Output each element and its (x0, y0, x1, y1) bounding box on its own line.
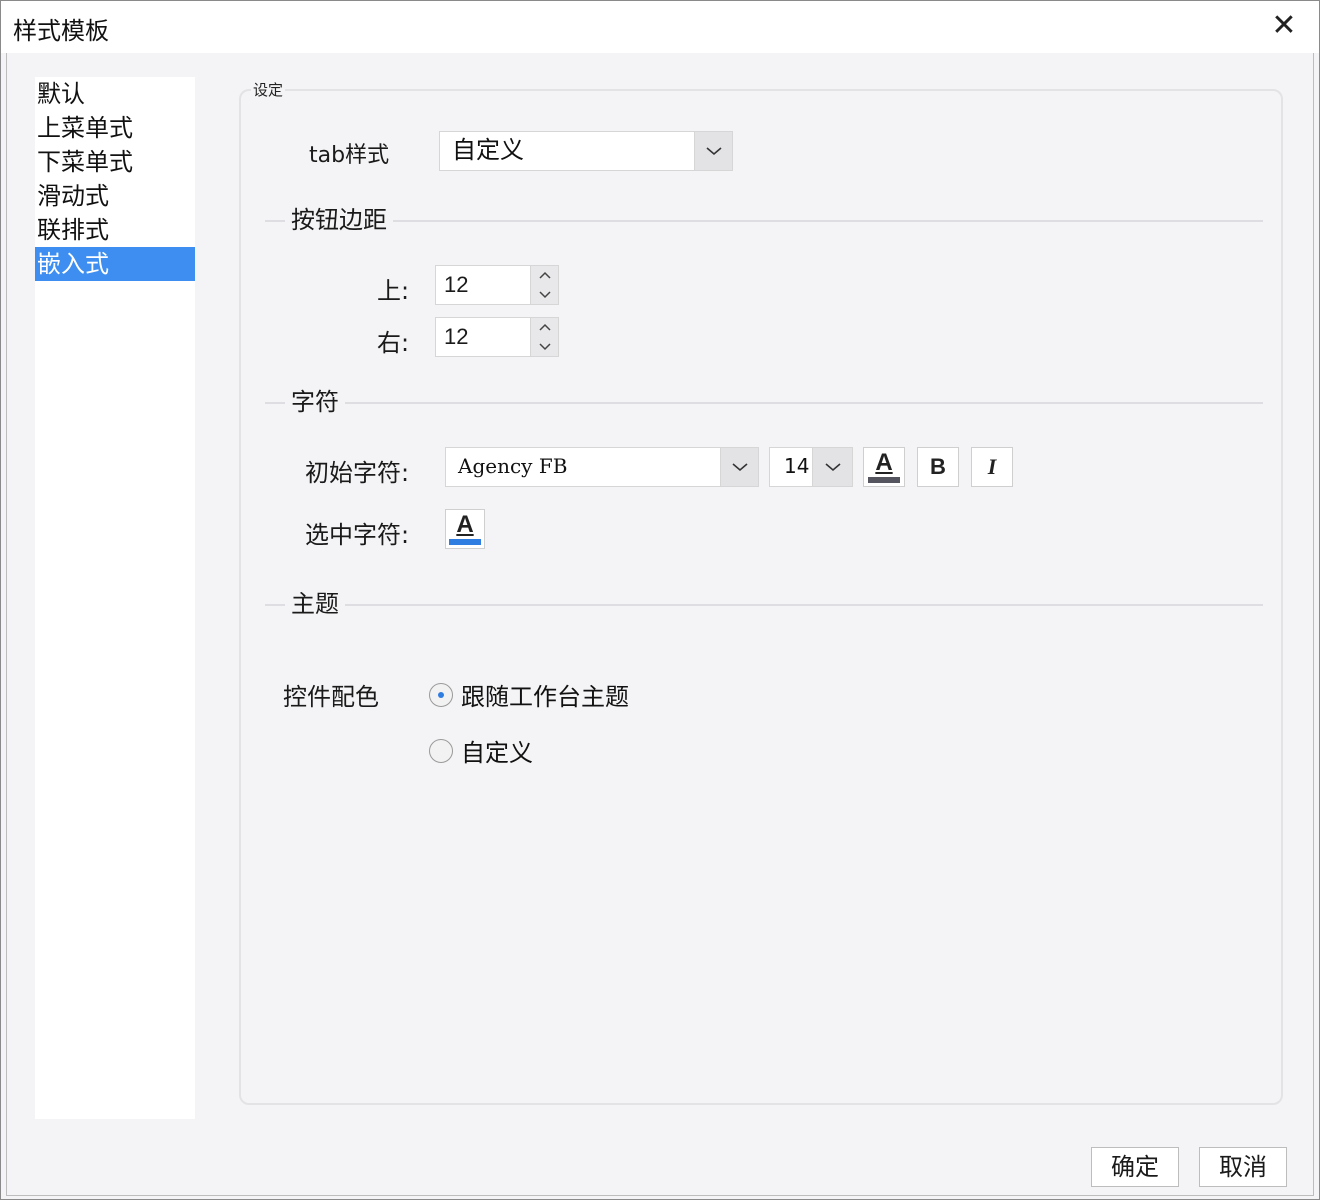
settings-legend: 设定 (251, 79, 286, 100)
radio-button[interactable] (429, 738, 453, 763)
font-family-select[interactable]: Agency FB (445, 447, 759, 487)
window-title: 样式模板 (13, 17, 109, 45)
bold-button[interactable]: B (917, 447, 959, 487)
sidebar-item-row[interactable]: 联排式 (35, 213, 195, 247)
cancel-button[interactable]: 取消 (1199, 1147, 1287, 1187)
selected-color-swatch (449, 539, 481, 545)
section-divider (265, 220, 1263, 222)
chars-heading: 字符 (285, 387, 345, 417)
chevron-down-icon[interactable] (531, 337, 558, 356)
margin-right-stepper[interactable]: 12 (435, 317, 559, 357)
radio-button[interactable] (429, 682, 453, 707)
chevron-down-icon[interactable] (812, 448, 852, 486)
radio-label: 自定义 (461, 739, 533, 767)
font-color-glyph: A (875, 449, 893, 476)
close-icon[interactable]: ✕ (1267, 9, 1301, 43)
theme-heading: 主题 (285, 589, 345, 619)
sidebar-item-sliding[interactable]: 滑动式 (35, 179, 195, 213)
margin-right-label: 右: (377, 329, 410, 357)
ok-button[interactable]: 确定 (1091, 1147, 1179, 1187)
selected-color-button[interactable]: A (445, 509, 485, 549)
margin-right-value: 12 (444, 324, 469, 349)
tab-style-label: tab样式 (309, 143, 390, 168)
button-margin-section: 按钮边距 (265, 205, 1263, 235)
template-list: 默认 上菜单式 下菜单式 滑动式 联排式 嵌入式 (35, 77, 195, 1119)
font-size-value: 14 (784, 454, 810, 478)
title-bar: 样式模板 ✕ (1, 1, 1319, 53)
tab-style-select[interactable]: 自定义 (439, 131, 733, 171)
radio-follow-workbench[interactable]: 跟随工作台主题 (429, 677, 629, 712)
italic-icon: I (987, 454, 997, 479)
font-color-swatch (868, 477, 900, 483)
font-family-value: Agency FB (458, 454, 568, 478)
chevron-up-icon[interactable] (531, 266, 558, 285)
margin-top-value: 12 (444, 272, 469, 297)
chevron-up-icon[interactable] (531, 318, 558, 337)
chars-section: 字符 (265, 387, 1263, 417)
control-color-label: 控件配色 (283, 683, 379, 711)
initial-chars-label: 初始字符: (305, 459, 410, 487)
font-color-icon: A (868, 451, 900, 483)
chevron-down-icon[interactable] (694, 132, 732, 170)
italic-button[interactable]: I (971, 447, 1013, 487)
button-margin-heading: 按钮边距 (285, 205, 393, 235)
stepper-buttons (530, 318, 558, 356)
selected-chars-label: 选中字符: (305, 521, 410, 549)
style-template-dialog: 样式模板 ✕ 默认 上菜单式 下菜单式 滑动式 联排式 嵌入式 设定 tab样式… (0, 0, 1320, 1200)
radio-custom[interactable]: 自定义 (429, 733, 533, 768)
selected-color-icon: A (449, 513, 481, 545)
sidebar-item-embedded[interactable]: 嵌入式 (35, 247, 195, 281)
font-color-button[interactable]: A (863, 447, 905, 487)
selected-color-glyph: A (456, 511, 474, 538)
section-divider (265, 402, 1263, 404)
section-divider (265, 604, 1263, 606)
chevron-down-icon[interactable] (531, 285, 558, 304)
bold-icon: B (930, 454, 946, 479)
theme-section: 主题 (265, 589, 1263, 619)
stepper-buttons (530, 266, 558, 304)
chevron-down-icon[interactable] (720, 448, 758, 486)
margin-top-stepper[interactable]: 12 (435, 265, 559, 305)
margin-top-label: 上: (377, 277, 410, 305)
tab-style-value: 自定义 (452, 136, 524, 164)
radio-label: 跟随工作台主题 (461, 683, 629, 711)
sidebar-item-default[interactable]: 默认 (35, 77, 195, 111)
sidebar-item-top-menu[interactable]: 上菜单式 (35, 111, 195, 145)
font-size-select[interactable]: 14 (769, 447, 853, 487)
sidebar-item-bottom-menu[interactable]: 下菜单式 (35, 145, 195, 179)
